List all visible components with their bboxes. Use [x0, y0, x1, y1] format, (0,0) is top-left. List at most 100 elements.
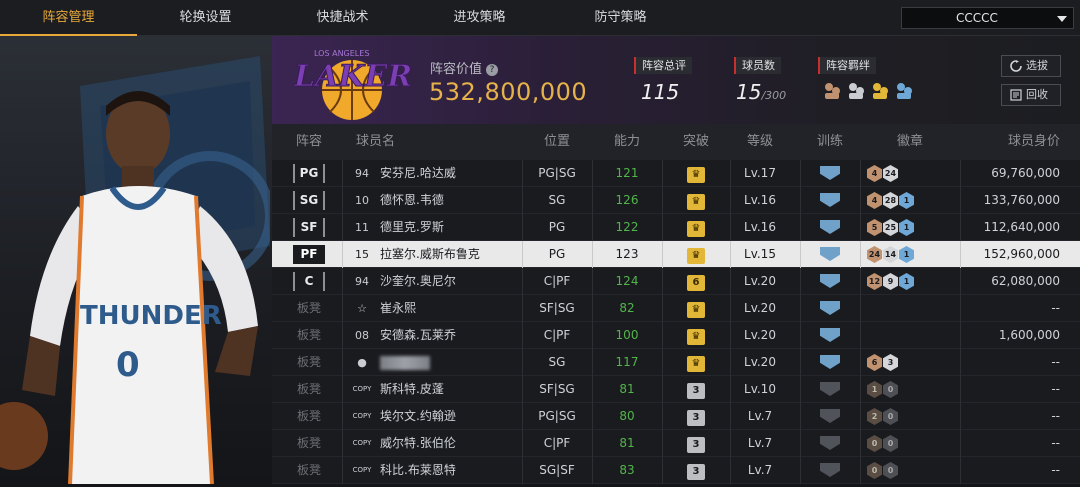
slot-cell: 板凳	[292, 322, 326, 349]
lakers-logo-icon: LAKERS LOS ANGELES	[293, 49, 412, 120]
training-cell[interactable]	[800, 403, 860, 430]
recycle-label: 回收	[1026, 88, 1048, 101]
tab-rotation-settings[interactable]: 轮换设置	[137, 0, 274, 36]
badges-cell[interactable]: 63	[867, 349, 899, 376]
recycle-button[interactable]: 回收	[1001, 84, 1061, 106]
table-row[interactable]: PG 94 安芬尼.哈达威 PG|SG 121 ♛ Lv.17 4 24 69,760,000	[272, 160, 1080, 187]
breakthrough-cell[interactable]: ♛	[662, 322, 730, 349]
ability-cell: 81	[619, 436, 635, 450]
badges-cell[interactable]: 00	[867, 430, 899, 457]
col-level[interactable]: 等级	[730, 124, 790, 160]
player-name[interactable]: 德怀恩.韦德	[380, 187, 444, 214]
bonds-icons[interactable]	[823, 81, 915, 101]
training-cell[interactable]	[800, 322, 860, 349]
select-players-button[interactable]: 选拔	[1001, 55, 1061, 77]
ability-cell: 126	[615, 193, 639, 207]
slot-label: SF	[293, 218, 325, 237]
tab-quick-tactics[interactable]: 快捷战术	[274, 0, 411, 36]
player-number: COPY	[352, 385, 372, 393]
table-row[interactable]: 板凳 ☆ 崔永熙 SF|SG 82 ♛ Lv.20 --	[272, 295, 1080, 322]
breakthrough-cell[interactable]: ♛	[662, 241, 730, 268]
badges-cell[interactable]: 00	[867, 457, 899, 484]
col-price[interactable]: 球员身价	[962, 124, 1080, 160]
badges-cell[interactable]: 12 9 1	[867, 268, 915, 295]
tab-offense-strategy[interactable]: 进攻策略	[411, 0, 548, 36]
overall-value: 115	[641, 80, 680, 104]
player-name[interactable]: 科比.布莱恩特	[380, 457, 456, 484]
breakthrough-cell[interactable]: 6	[662, 268, 730, 295]
badges-cell[interactable]: 5 25 1	[867, 214, 915, 241]
training-cell[interactable]	[800, 241, 860, 268]
col-name[interactable]: 球员名	[356, 124, 406, 160]
breakthrough-badge: 6	[687, 275, 705, 291]
col-badges[interactable]: 徽章	[860, 124, 960, 160]
table-row[interactable]: 板凳 COPY 科比.布莱恩特 SG|SF 83 3 Lv.7 0 0 --	[272, 457, 1080, 484]
training-shield-icon	[820, 463, 840, 477]
player-name[interactable]: 威尔特.张伯伦	[380, 430, 456, 457]
table-row[interactable]: C 94 沙奎尔.奥尼尔 C|PF 124 6 Lv.20 12 9 1 62,080,000	[272, 268, 1080, 295]
lineup-value: 532,800,000	[429, 78, 588, 106]
player-name[interactable]: 崔永熙	[380, 295, 416, 322]
jersey-number-text: 0	[116, 345, 140, 385]
table-row[interactable]: 板凳 ● SG 117 ♛ Lv.20 6 3 --	[272, 349, 1080, 376]
badges-cell[interactable]: 20	[867, 403, 899, 430]
breakthrough-cell[interactable]: ♛	[662, 187, 730, 214]
player-name[interactable]: 沙奎尔.奥尼尔	[380, 268, 456, 295]
position-cell: PG	[548, 220, 566, 234]
help-icon[interactable]: ?	[486, 63, 499, 76]
badges-cell[interactable]: 24 14 1	[867, 241, 915, 268]
badge-blue-icon: 1	[899, 219, 914, 236]
divider	[960, 349, 961, 376]
breakthrough-cell[interactable]: ♛	[662, 295, 730, 322]
table-row[interactable]: 板凳 COPY 威尔特.张伯伦 C|PF 81 3 Lv.7 0 0 --	[272, 430, 1080, 457]
training-cell[interactable]	[800, 430, 860, 457]
tab-lineup-management[interactable]: 阵容管理	[0, 0, 137, 36]
breakthrough-cell[interactable]: ♛	[662, 349, 730, 376]
badges-cell[interactable]: 4 28 1	[867, 187, 915, 214]
training-cell[interactable]	[800, 457, 860, 484]
team-select-dropdown[interactable]: CCCCC	[901, 7, 1074, 29]
player-name[interactable]: 德里克.罗斯	[380, 214, 444, 241]
slot-cell: SG	[292, 187, 326, 214]
player-name[interactable]: 埃尔文.约翰逊	[380, 403, 456, 430]
player-count-max: /300	[761, 89, 787, 102]
bonds-label: 阵容羁绊	[818, 57, 876, 74]
tab-defense-strategy[interactable]: 防守策略	[548, 0, 693, 36]
divider	[342, 160, 343, 187]
player-name[interactable]: 拉塞尔.威斯布鲁克	[380, 241, 480, 268]
table-row[interactable]: SG 10 德怀恩.韦德 SG 126 ♛ Lv.16 4 28 1 133,760,000	[272, 187, 1080, 214]
breakthrough-cell[interactable]: 3	[662, 457, 730, 484]
badge-silver-icon: 24	[883, 165, 898, 182]
table-row[interactable]: 板凳 COPY 斯科特.皮蓬 SF|SG 81 3 Lv.10 1 0 --	[272, 376, 1080, 403]
player-name[interactable]: 安芬尼.哈达威	[380, 160, 456, 187]
table-row[interactable]: SF 11 德里克.罗斯 PG 122 ♛ Lv.16 5 25 1 112,640,000	[272, 214, 1080, 241]
col-training[interactable]: 训练	[800, 124, 860, 160]
player-name[interactable]: 斯科特.皮蓬	[380, 376, 444, 403]
breakthrough-cell[interactable]: ♛	[662, 214, 730, 241]
training-cell[interactable]	[800, 349, 860, 376]
table-row[interactable]: 板凳 08 安德森.瓦莱乔 C|PF 100 ♛ Lv.20 1,600,000	[272, 322, 1080, 349]
col-slot[interactable]: 阵容	[286, 124, 332, 160]
breakthrough-cell[interactable]: ♛	[662, 160, 730, 187]
training-cell[interactable]	[800, 376, 860, 403]
table-row[interactable]: PF 15 拉塞尔.威斯布鲁克 PG 123 ♛ Lv.15 24 14 1 152,960,000	[272, 241, 1080, 268]
training-cell[interactable]	[800, 160, 860, 187]
training-cell[interactable]	[800, 187, 860, 214]
training-cell[interactable]	[800, 268, 860, 295]
training-cell[interactable]	[800, 295, 860, 322]
player-name[interactable]: 安德森.瓦莱乔	[380, 322, 456, 349]
col-breakthrough[interactable]: 突破	[662, 124, 730, 160]
breakthrough-cell[interactable]: 3	[662, 403, 730, 430]
badges-cell[interactable]: 10	[867, 376, 899, 403]
breakthrough-cell[interactable]: 3	[662, 430, 730, 457]
col-position[interactable]: 位置	[522, 124, 592, 160]
col-ability[interactable]: 能力	[592, 124, 662, 160]
player-number: 94	[355, 167, 369, 180]
breakthrough-cell[interactable]: 3	[662, 376, 730, 403]
table-row[interactable]: 板凳 COPY 埃尔文.约翰逊 PG|SG 80 3 Lv.7 2 0 --	[272, 403, 1080, 430]
divider	[860, 430, 861, 457]
badges-cell[interactable]: 4 24	[867, 160, 899, 187]
ability-cell: 117	[615, 355, 639, 369]
training-cell[interactable]	[800, 214, 860, 241]
divider	[860, 187, 861, 214]
